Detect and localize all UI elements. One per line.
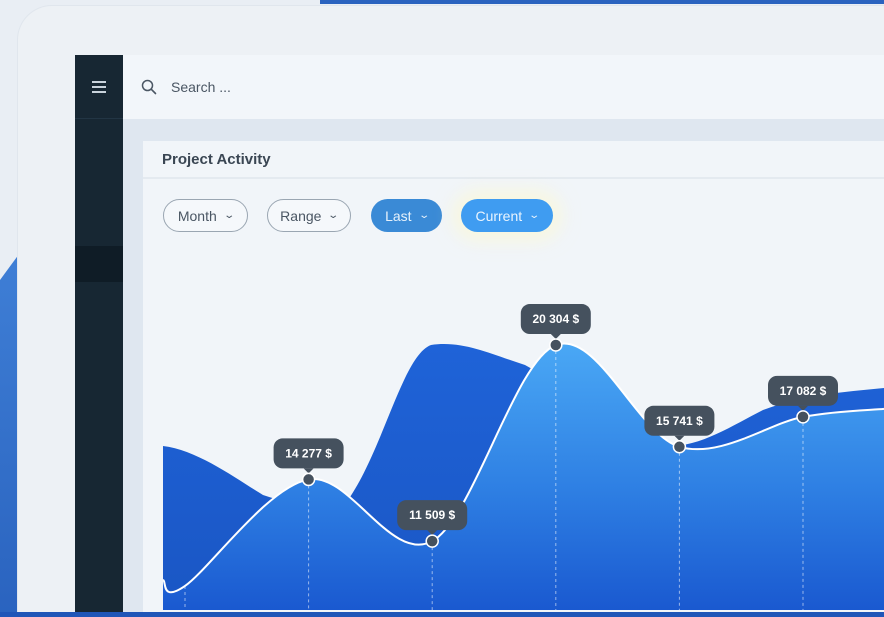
search-icon[interactable] — [141, 79, 157, 95]
search-input[interactable] — [171, 79, 471, 95]
data-point[interactable] — [425, 534, 439, 548]
month-filter-label: Month — [177, 207, 217, 224]
hamburger-menu-icon — [92, 80, 106, 93]
last-filter-button[interactable]: Last ⌄ — [371, 199, 442, 232]
data-point[interactable] — [549, 338, 563, 352]
month-filter-button[interactable]: Month ⌄ — [163, 199, 248, 232]
data-point[interactable] — [672, 440, 687, 454]
chevron-down-icon: ⌄ — [327, 210, 340, 221]
background-top-line — [320, 0, 884, 4]
data-label: 14 277 $ — [273, 438, 344, 474]
background-bottom-line — [0, 612, 884, 617]
data-label: 15 741 $ — [644, 405, 715, 441]
data-label: 17 082 $ — [768, 375, 838, 411]
data-label-text: 14 277 $ — [285, 446, 332, 460]
data-label-text: 15 741 $ — [656, 414, 703, 428]
activity-chart: 14 277 $ 11 509 $ 20 304 $ 15 741 $ 17 082 $ — [162, 300, 884, 610]
sidebar-item-active[interactable] — [75, 246, 123, 282]
data-label-text: 20 304 $ — [532, 312, 579, 326]
card-title: Project Activity — [162, 151, 271, 168]
range-filter-button[interactable]: Range ⌄ — [267, 199, 351, 232]
data-point[interactable] — [301, 472, 316, 487]
current-filter-button[interactable]: Current ⌄ — [461, 199, 553, 232]
chevron-down-icon: ⌄ — [417, 210, 430, 221]
top-bar — [123, 55, 884, 119]
chevron-down-icon: ⌄ — [528, 210, 541, 221]
data-label: 11 509 $ — [397, 500, 468, 536]
data-point[interactable] — [796, 410, 810, 424]
sidebar — [75, 55, 123, 615]
card-divider — [143, 177, 884, 179]
data-label-text: 17 082 $ — [780, 384, 827, 398]
menu-button[interactable] — [75, 55, 123, 119]
chevron-down-icon: ⌄ — [223, 210, 235, 221]
activity-chart-svg: 14 277 $ 11 509 $ 20 304 $ 15 741 $ 17 082 $ — [162, 304, 884, 610]
data-label: 20 304 $ — [520, 304, 591, 340]
range-filter-label: Range — [280, 207, 322, 224]
current-filter-label: Current — [475, 207, 523, 224]
last-filter-label: Last — [385, 207, 412, 224]
data-label-text: 11 509 $ — [409, 508, 455, 522]
